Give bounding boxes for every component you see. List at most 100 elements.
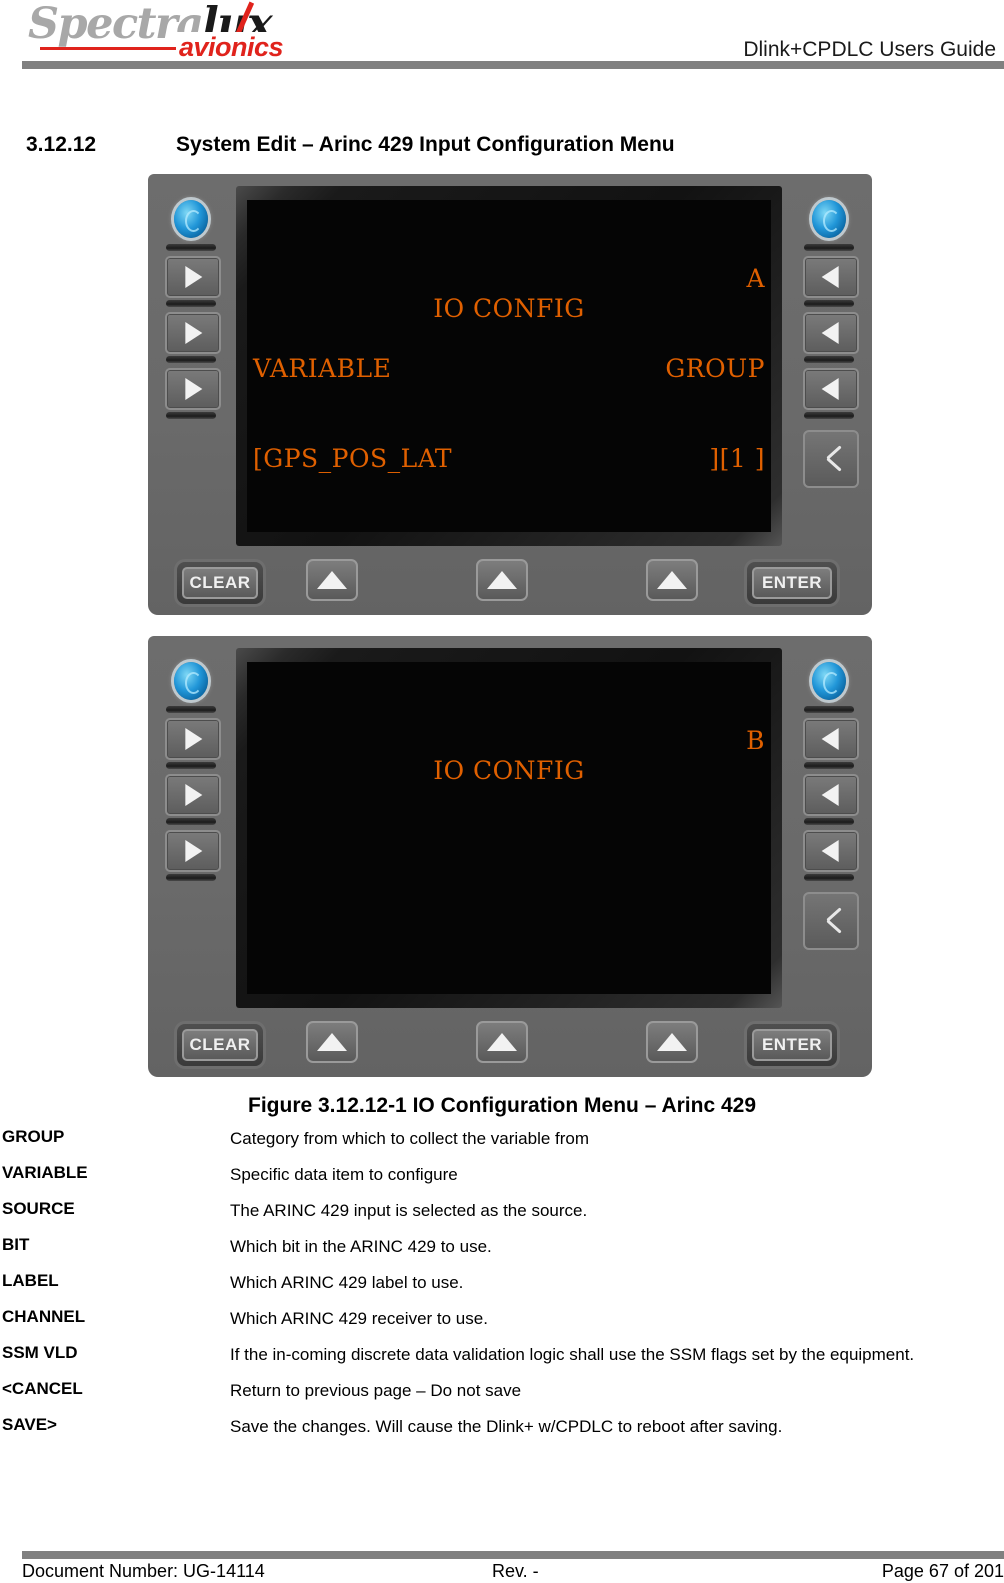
definition-description: Save the changes. Will cause the Dlink+ …: [230, 1417, 783, 1436]
section-number: 3.12.12: [26, 133, 97, 156]
arrow-up-icon: [657, 1033, 687, 1051]
definition-description: Which bit in the ARINC 429 to use.: [230, 1237, 492, 1256]
crt-row: VARIABLE GROUP: [253, 354, 765, 384]
chevron-left-icon: [825, 907, 843, 933]
scroll-up-button-2[interactable]: [476, 559, 528, 601]
clear-button-label: CLEAR: [182, 1029, 258, 1061]
definition-term: BIT: [2, 1235, 30, 1254]
crt-title-row-b: IO CONFIG B: [253, 726, 765, 785]
page-header: Spectralux avionics Dlink+CPDLC Users Gu…: [0, 0, 1004, 78]
figure-caption: Figure 3.12.12-1 IO Configuration Menu –…: [248, 1094, 756, 1117]
bezel-ridge: [166, 244, 216, 251]
right-bezel-column: [790, 182, 868, 552]
clear-button[interactable]: CLEAR: [174, 1021, 266, 1069]
line-select-key-right-1[interactable]: [803, 256, 859, 298]
bezel-ridge: [804, 244, 854, 251]
left-bezel-column: [152, 182, 230, 552]
line-select-key-left-2[interactable]: [165, 312, 221, 354]
brightness-knob-right[interactable]: [812, 662, 846, 700]
scroll-up-button-3[interactable]: [646, 559, 698, 601]
scroll-up-button-1[interactable]: [306, 1021, 358, 1063]
arrow-left-icon: [821, 378, 839, 400]
bottom-key-row-b: CLEAR ENTER: [148, 1015, 872, 1073]
back-button[interactable]: [803, 892, 859, 950]
display-screen-a: IO CONFIG A VARIABLE GROUP [GPS_POS_LAT ][…: [247, 200, 771, 532]
line-select-key-right-2[interactable]: [803, 774, 859, 816]
bezel-ridge: [804, 356, 854, 363]
arrow-up-icon: [317, 1033, 347, 1051]
bezel-ridge: [804, 874, 854, 881]
document-header-title: Dlink+CPDLC Users Guide: [743, 38, 996, 61]
footer-divider: [22, 1551, 1004, 1559]
line-select-key-right-2[interactable]: [803, 312, 859, 354]
line-select-key-left-3[interactable]: [165, 368, 221, 410]
crt-title-a: IO CONFIG: [433, 294, 585, 323]
scroll-up-button-2[interactable]: [476, 1021, 528, 1063]
definition-row: GROUP Category from which to collect the…: [0, 1127, 1004, 1151]
crt-row[interactable]: [GPS_POS_LAT ][1 ]: [253, 444, 765, 474]
scroll-up-button-1[interactable]: [306, 559, 358, 601]
line-select-key-right-3[interactable]: [803, 368, 859, 410]
right-bezel-column: [790, 644, 868, 1014]
crt-row-left: [GPS_POS_LAT: [253, 444, 453, 473]
definition-row: LABEL Which ARINC 429 label to use.: [0, 1271, 1004, 1295]
chevron-left-icon: [825, 445, 843, 471]
crt-blank-row: [253, 816, 765, 846]
section-heading: 3.12.12 System Edit – Arinc 429 Input Con…: [26, 133, 966, 157]
definition-description: If the in-coming discrete data validatio…: [230, 1345, 915, 1364]
enter-button[interactable]: ENTER: [744, 559, 840, 607]
arrow-right-icon: [185, 266, 203, 288]
header-divider: [22, 61, 1004, 69]
crt-text-a: IO CONFIG A VARIABLE GROUP [GPS_POS_LAT ][…: [253, 204, 765, 528]
footer-page-number: Page 67 of 201: [881, 1561, 1004, 1581]
definition-term: SSM VLD: [2, 1343, 78, 1362]
arrow-left-icon: [821, 266, 839, 288]
clear-button[interactable]: CLEAR: [174, 559, 266, 607]
arrow-right-icon: [185, 322, 203, 344]
definition-row: VARIABLE Specific data item to configure: [0, 1163, 1004, 1187]
line-select-key-left-2[interactable]: [165, 774, 221, 816]
definition-description: Category from which to collect the varia…: [230, 1129, 590, 1148]
bezel-ridge: [804, 818, 854, 825]
display-frame-a: IO CONFIG A VARIABLE GROUP [GPS_POS_LAT ][…: [236, 186, 782, 546]
definition-term: SAVE>: [2, 1415, 57, 1434]
crt-title-row-a: IO CONFIG A: [253, 264, 765, 323]
arrow-right-icon: [185, 378, 203, 400]
line-select-key-left-3[interactable]: [165, 830, 221, 872]
enter-button[interactable]: ENTER: [744, 1021, 840, 1069]
arrow-left-icon: [821, 322, 839, 344]
brightness-knob-left[interactable]: [174, 662, 208, 700]
display-screen-b: IO CONFIG B <CANCELSAVE> A/BNEXT: [247, 662, 771, 994]
bezel-ridge: [166, 762, 216, 769]
crt-row-right: GROUP: [665, 354, 765, 383]
crt-text-b: IO CONFIG B <CANCELSAVE> A/BNEXT: [253, 666, 765, 990]
line-select-key-left-1[interactable]: [165, 718, 221, 760]
bezel-ridge: [166, 706, 216, 713]
bezel-ridge: [166, 874, 216, 881]
definition-row: SOURCE The ARINC 429 input is selected a…: [0, 1199, 1004, 1223]
back-button[interactable]: [803, 430, 859, 488]
bezel-ridge: [804, 412, 854, 419]
definition-term: LABEL: [2, 1271, 59, 1290]
definition-description: Which ARINC 429 receiver to use.: [230, 1309, 488, 1328]
crt-page-id-a: A: [746, 264, 765, 293]
arrow-up-icon: [317, 571, 347, 589]
definition-row: <CANCEL Return to previous page – Do not…: [0, 1379, 1004, 1403]
definition-term: <CANCEL: [2, 1379, 83, 1398]
line-select-key-left-1[interactable]: [165, 256, 221, 298]
line-select-key-right-1[interactable]: [803, 718, 859, 760]
brightness-knob-right[interactable]: [812, 200, 846, 238]
line-select-key-right-3[interactable]: [803, 830, 859, 872]
arrow-up-icon: [487, 1033, 517, 1051]
definition-description: Specific data item to configure: [230, 1165, 458, 1184]
definition-list: GROUP Category from which to collect the…: [0, 1127, 1004, 1451]
crt-blank-row: [253, 906, 765, 936]
definition-term: CHANNEL: [2, 1307, 86, 1326]
definition-row: SSM VLD If the in-coming discrete data v…: [0, 1343, 1004, 1367]
arrow-left-icon: [821, 784, 839, 806]
brightness-knob-left[interactable]: [174, 200, 208, 238]
arrow-right-icon: [185, 840, 203, 862]
crt-row-right: ][1 ]: [709, 444, 765, 473]
device-panel-a: IO CONFIG A VARIABLE GROUP [GPS_POS_LAT ][…: [148, 174, 872, 615]
scroll-up-button-3[interactable]: [646, 1021, 698, 1063]
